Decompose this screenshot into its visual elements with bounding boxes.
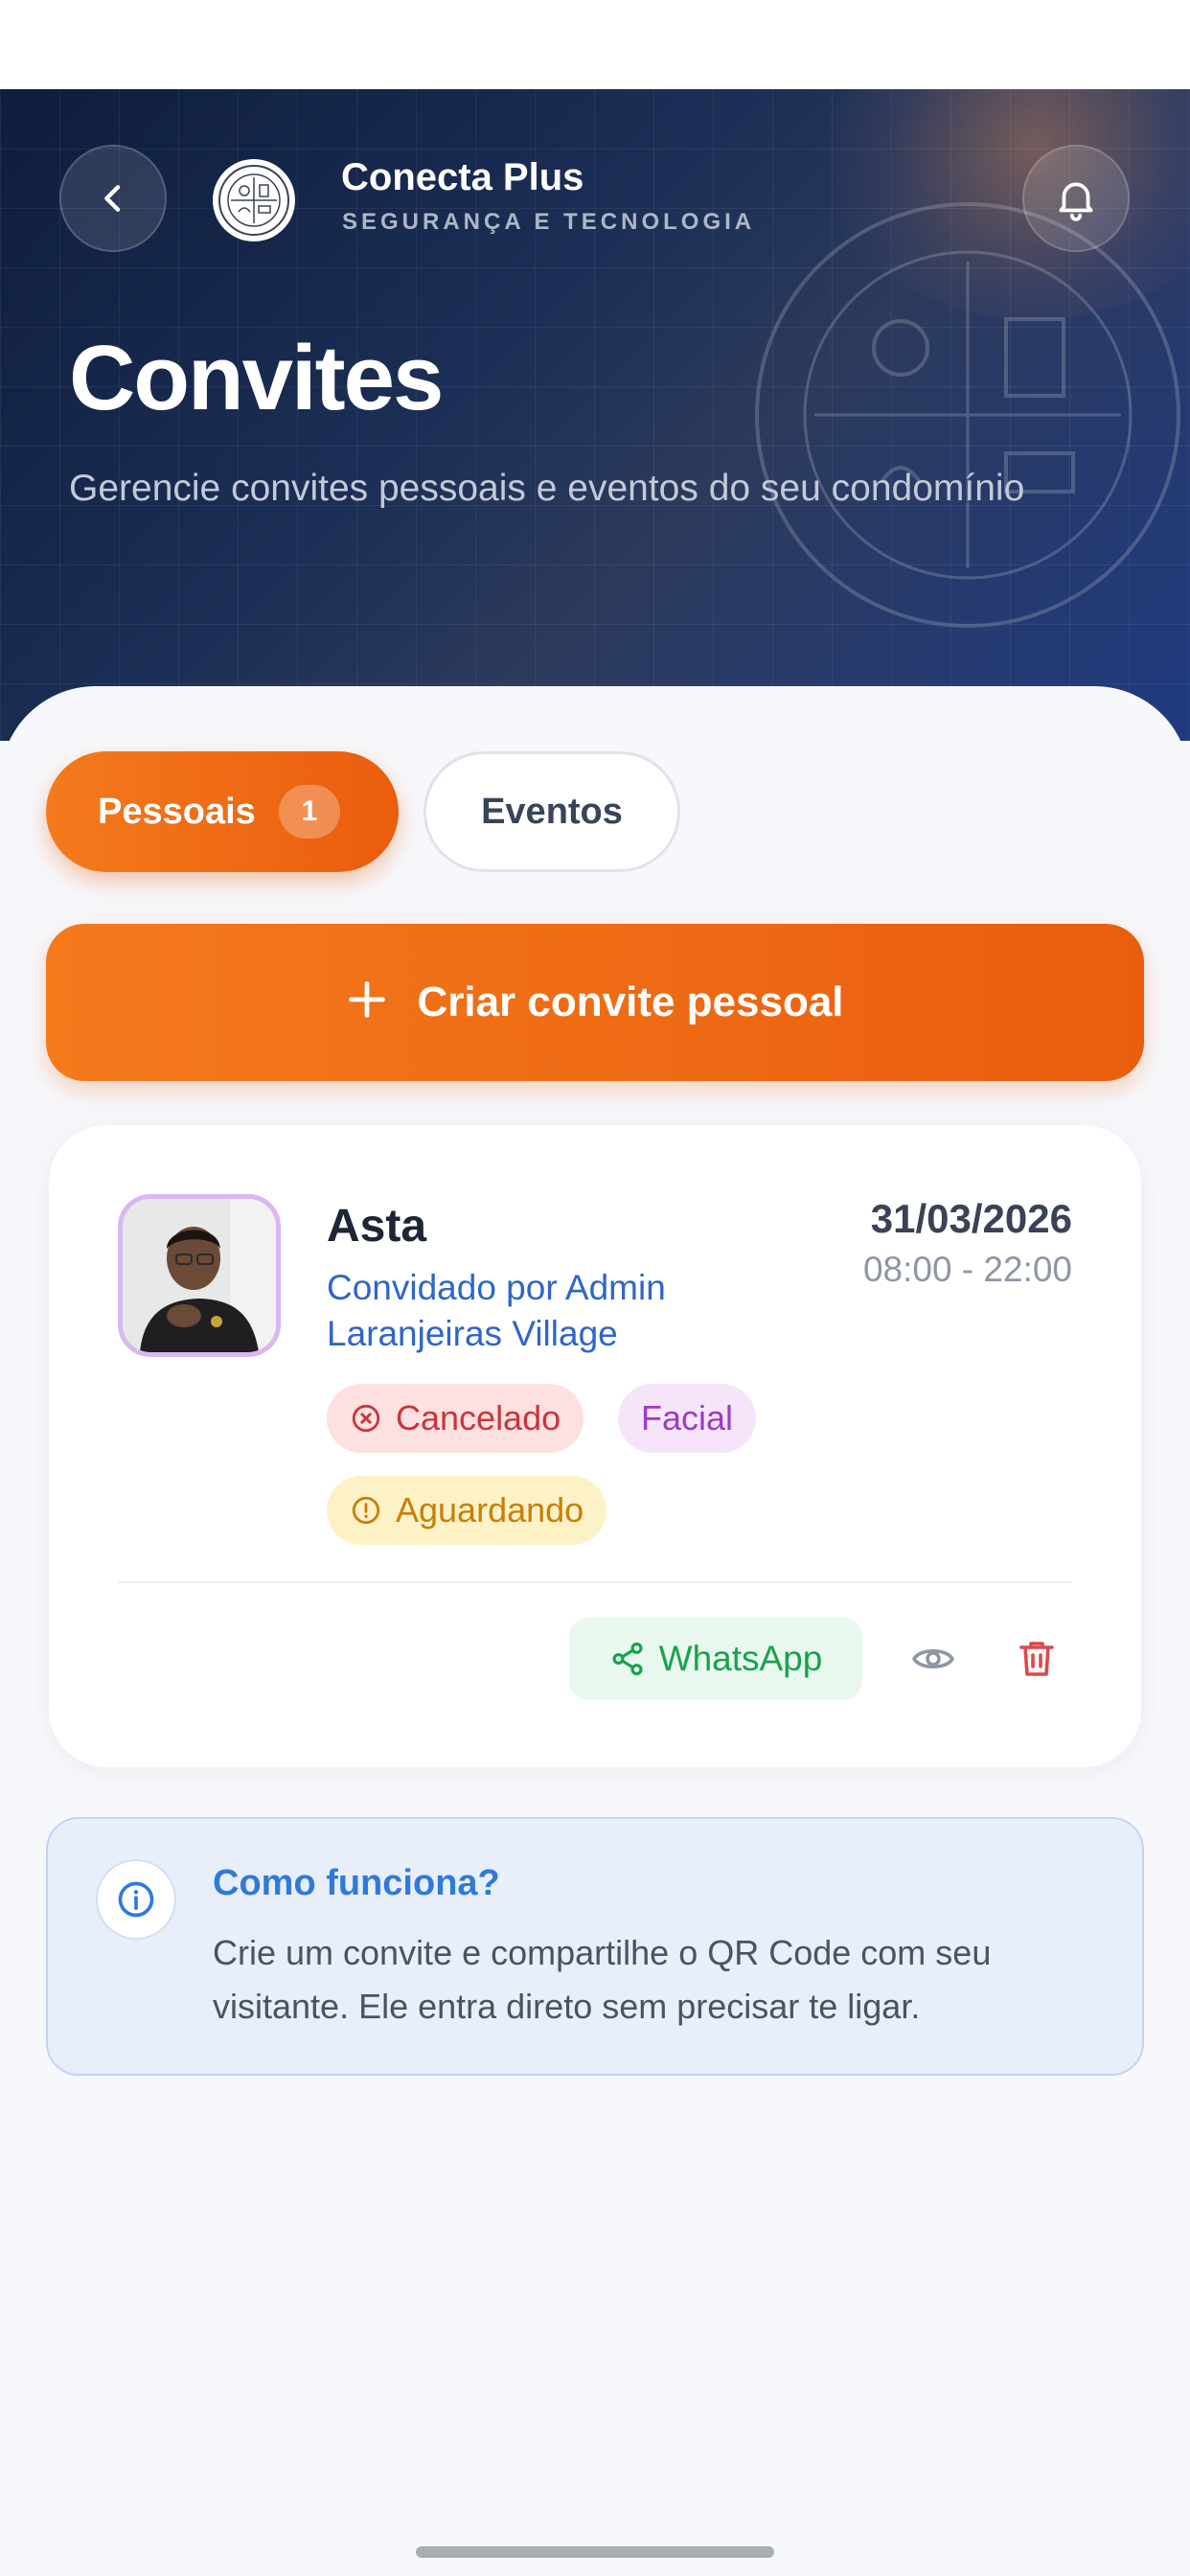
- back-button[interactable]: [59, 145, 167, 252]
- create-invite-button[interactable]: Criar convite pessoal: [46, 924, 1144, 1081]
- share-whatsapp-label: WhatsApp: [658, 1639, 823, 1678]
- view-invite-button[interactable]: [892, 1618, 974, 1700]
- approval-badge-label: Aguardando: [396, 1490, 584, 1530]
- guest-inviter: Convidado por Admin Laranjeiras Village: [327, 1268, 666, 1353]
- invite-date: 31/03/2026: [870, 1196, 1072, 1241]
- page-title: Convites: [69, 327, 444, 429]
- status-badge-label: Cancelado: [396, 1398, 561, 1438]
- x-circle-icon: [350, 1402, 382, 1435]
- how-it-works-box: Como funciona? Crie um convite e compart…: [46, 1817, 1144, 2076]
- share-icon: [609, 1641, 646, 1677]
- watermark-seal-icon: [755, 202, 1180, 628]
- back-icon: [104, 185, 121, 212]
- alert-circle-icon: [350, 1494, 382, 1527]
- eye-icon: [912, 1648, 954, 1669]
- invites-screen: Conecta Plus SEGURANÇA E TECNOLOGIA Conv…: [0, 0, 1190, 2576]
- invite-time: 08:00 - 22:00: [862, 1250, 1072, 1289]
- app-tagline: SEGURANÇA E TECNOLOGIA: [342, 209, 756, 235]
- page-subtitle: Gerencie convites pessoais e eventos do …: [69, 468, 1025, 509]
- approval-badge-aguardando: Aguardando: [327, 1476, 607, 1545]
- trash-icon: [1019, 1642, 1054, 1676]
- card-divider: [118, 1581, 1072, 1583]
- access-type-badge: Facial: [618, 1384, 757, 1453]
- tab-eventos[interactable]: Eventos: [423, 751, 680, 872]
- tab-pessoais-count-badge: 1: [278, 785, 340, 839]
- status-badge-cancelado: Cancelado: [327, 1384, 584, 1453]
- info-text: Crie um convite e compartilhe o QR Code …: [213, 1933, 992, 2026]
- guest-name: Asta: [327, 1201, 427, 1252]
- info-icon: [96, 1859, 176, 1940]
- delete-invite-button[interactable]: [995, 1618, 1078, 1700]
- plus-icon: [346, 975, 388, 1030]
- status-bar: [0, 0, 1190, 89]
- invite-card[interactable]: Asta Convidado por Admin Laranjeiras Vil…: [49, 1125, 1141, 1767]
- bell-icon: [1059, 182, 1093, 221]
- home-indicator: [416, 2546, 774, 2558]
- app-name: Conecta Plus: [341, 156, 584, 198]
- app-logo: [213, 159, 295, 242]
- tab-pessoais[interactable]: Pessoais 1: [46, 751, 399, 872]
- info-title: Como funciona?: [213, 1863, 500, 1903]
- notifications-button[interactable]: [1022, 145, 1130, 252]
- tab-pessoais-label: Pessoais: [98, 791, 256, 832]
- logo-seal-icon: [218, 165, 289, 236]
- share-whatsapp-button[interactable]: WhatsApp: [569, 1618, 862, 1700]
- create-invite-label: Criar convite pessoal: [417, 978, 844, 1025]
- guest-avatar: [118, 1194, 281, 1357]
